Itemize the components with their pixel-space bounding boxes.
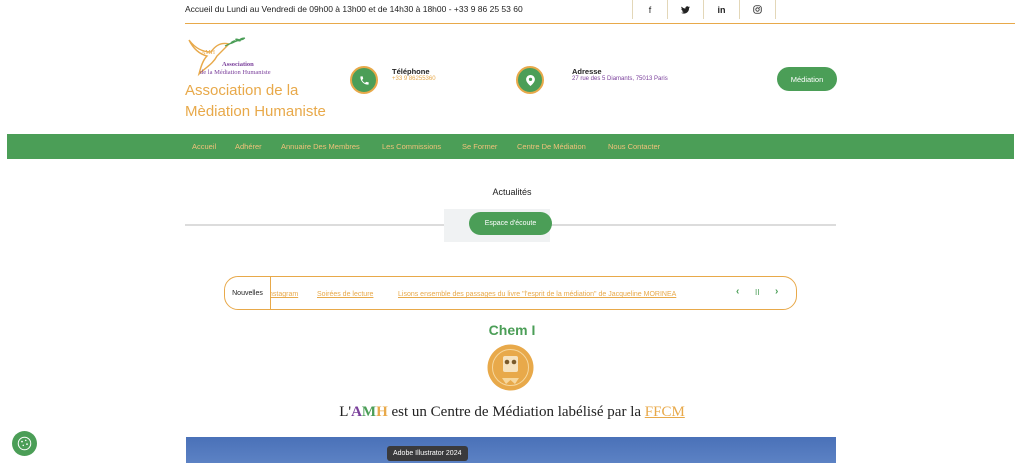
phone-icon[interactable] [350,66,378,94]
site-title[interactable]: Association de la Mèdiation Humaniste [185,80,345,122]
top-bar: Accueil du Lundi au Vendredi de 09h00 à … [0,0,1024,24]
nav-item-contact[interactable]: Nous Contacter [608,142,660,151]
cookie-settings-icon[interactable] [12,431,37,456]
instagram-icon[interactable] [740,0,776,19]
opening-hours: Accueil du Lundi au Vendredi de 09h00 à … [185,4,523,14]
hero-image [186,437,836,463]
label-sentence: L'AMH est un Centre de Médiation labélis… [0,404,1024,421]
label-middle: est un Centre de Médiation labélisé par … [387,404,645,420]
main-nav: Accueil Adhérer Annuaire Des Membres Les… [7,134,1014,159]
ticker-item[interactable]: nstagram [269,291,298,298]
phone-value[interactable]: +33 9 86255360 [392,76,436,82]
ticker-prev-icon[interactable]: ‹ [736,286,739,297]
nav-item-commissions[interactable]: Les Commissions [382,142,441,151]
ticker-pause-icon[interactable]: II [755,288,759,297]
ticker-next-icon[interactable]: › [775,286,778,297]
logo-text-line1: Association [222,61,254,68]
twitter-icon[interactable] [668,0,704,19]
ticker-item[interactable]: Lisons ensemble des passages du livre "l… [398,291,676,298]
certification-badge-icon [487,344,534,391]
label-amh-h: H [376,404,388,420]
logo-text-line2: de la Médiation Humaniste [200,69,271,76]
label-amh-m: M [361,404,377,420]
facebook-icon[interactable]: f [632,0,668,19]
nav-item-adherer[interactable]: Adhérer [235,142,262,151]
phone-label: Téléphone [392,67,430,76]
news-ticker: Nouvelles nstagram Soirées de lecture Li… [224,276,797,310]
mediation-button[interactable]: Médiation [777,67,837,91]
address-label: Adresse [572,67,602,76]
ticker-label: Nouvelles [225,277,271,309]
espace-ecoute-button[interactable]: Espace d'écoute [469,212,552,235]
ticker-item[interactable]: Soirées de lecture [317,291,373,298]
nav-item-accueil[interactable]: Accueil [192,142,216,151]
nav-item-annuaire[interactable]: Annuaire Des Membres [281,142,360,151]
nav-item-se-former[interactable]: Se Former [462,142,497,151]
label-amh-a: A [351,404,362,420]
chem-heading: Chem I [488,322,536,338]
actualites-heading: Actualités [492,187,532,197]
label-prefix: L' [339,404,352,420]
ffcm-link[interactable]: FFCM [645,404,685,420]
tooltip: Adobe Illustrator 2024 [387,446,468,461]
nav-item-centre-mediation[interactable]: Centre De Médiation [517,142,586,151]
linkedin-icon[interactable]: in [704,0,740,19]
logo-monogram: AMH [201,50,216,56]
location-pin-icon[interactable] [516,66,544,94]
top-bar-divider [185,23,1015,24]
address-value[interactable]: 27 rue des 5 Diamants, 75013 Paris [572,76,668,82]
